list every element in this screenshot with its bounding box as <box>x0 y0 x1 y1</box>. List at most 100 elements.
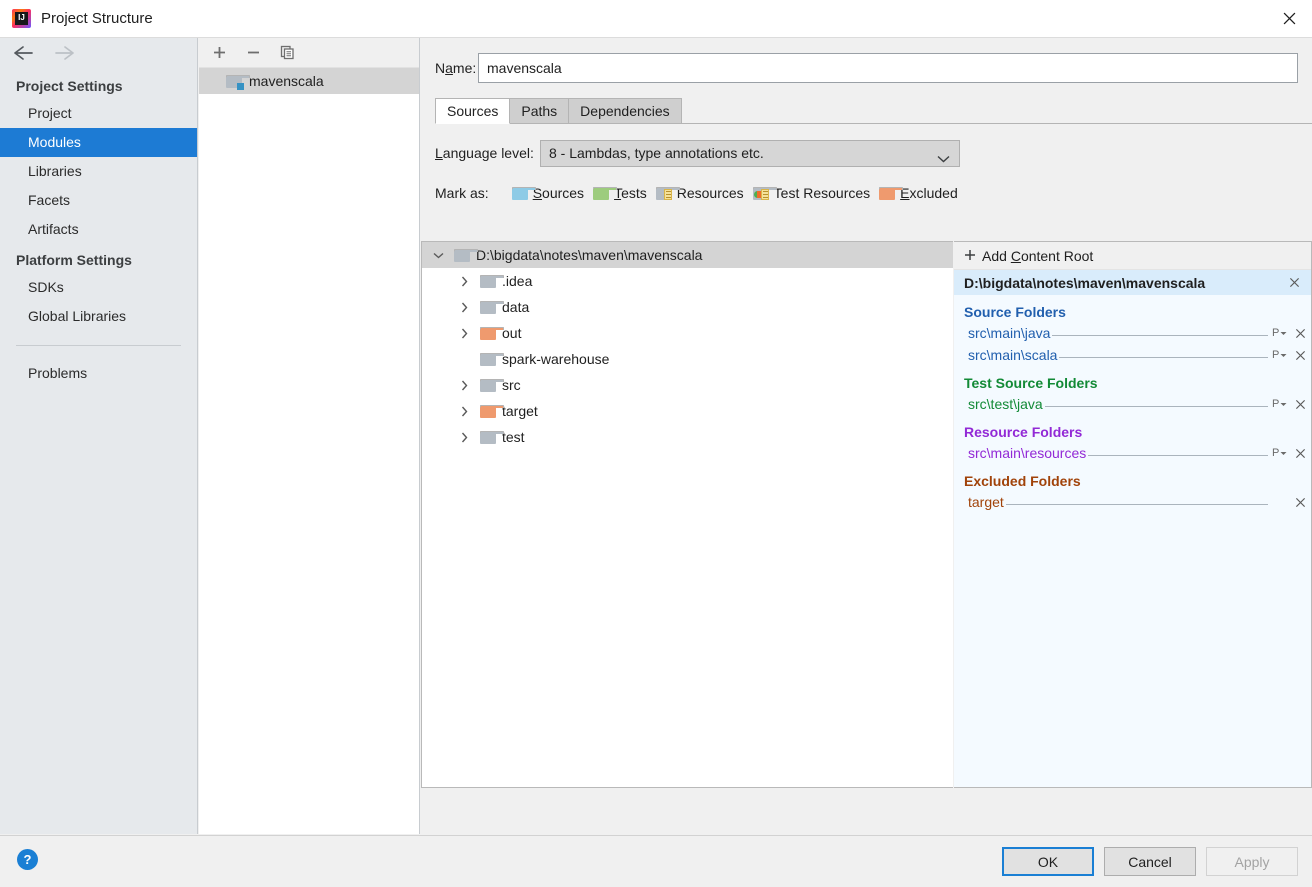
content-root-header: D:\bigdata\notes\maven\mavenscala <box>954 270 1311 295</box>
tree-row-label: spark-warehouse <box>502 351 610 367</box>
excluded-folder-icon <box>879 186 904 200</box>
source-folder-row[interactable]: src\main\java P <box>954 322 1311 344</box>
dialog-buttons: OK Cancel Apply <box>1002 847 1298 876</box>
sidebar-item-facets[interactable]: Facets <box>0 186 197 215</box>
tab-paths[interactable]: Paths <box>509 98 570 124</box>
tree-row-label: src <box>502 377 521 393</box>
resource-folder-path: src\main\resources <box>968 445 1087 461</box>
source-folder-path: src\main\java <box>968 325 1051 341</box>
sidebar-item-project[interactable]: Project <box>0 99 197 128</box>
tree-row-label: out <box>502 325 522 341</box>
close-icon[interactable] <box>1289 350 1311 361</box>
plus-icon <box>964 248 976 264</box>
module-editor-panel: Name: Sources Paths Dependencies Languag… <box>421 38 1312 834</box>
arrow-left-icon[interactable] <box>12 45 36 64</box>
tree-row[interactable]: src <box>422 372 953 398</box>
source-folder-row[interactable]: src\main\scala P <box>954 344 1311 366</box>
minus-icon[interactable] <box>243 43 263 63</box>
mark-as-tests-button[interactable]: Tests <box>593 185 647 201</box>
mark-as-row: Mark as: Sources Tests Resources Test Re… <box>435 181 1298 205</box>
folder-icon <box>480 352 504 366</box>
chevron-right-icon[interactable] <box>454 380 474 391</box>
close-icon[interactable] <box>1266 0 1312 37</box>
section-title-test-source-folders: Test Source Folders <box>964 375 1098 391</box>
module-folder-icon <box>226 74 250 90</box>
sidebar-item-libraries[interactable]: Libraries <box>0 157 197 186</box>
language-level-select[interactable]: 8 - Lambdas, type annotations etc. <box>540 139 960 167</box>
tree-row[interactable]: D:\bigdata\notes\maven\mavenscala <box>422 242 953 268</box>
mark-as-excluded-button[interactable]: Excluded <box>879 185 958 201</box>
excluded-folder-icon <box>480 326 504 340</box>
package-prefix-icon[interactable]: P <box>1272 327 1289 339</box>
tree-row[interactable]: .idea <box>422 268 953 294</box>
sidebar-item-global-libraries[interactable]: Global Libraries <box>0 302 197 331</box>
plus-icon[interactable] <box>209 43 229 63</box>
language-level-label: Language level: <box>435 145 534 161</box>
chevron-right-icon[interactable] <box>454 276 474 287</box>
chevron-down-icon[interactable] <box>428 252 448 259</box>
chevron-right-icon[interactable] <box>454 406 474 417</box>
mark-as-sources-button[interactable]: Sources <box>511 185 584 201</box>
sources-split-panel: D:\bigdata\notes\maven\mavenscala .idea <box>421 241 1312 788</box>
package-prefix-icon[interactable]: P <box>1272 447 1289 459</box>
content-root-tree[interactable]: D:\bigdata\notes\maven\mavenscala .idea <box>421 241 953 788</box>
add-content-root-button[interactable]: Add Content Root <box>954 242 1311 270</box>
tree-row[interactable]: out <box>422 320 953 346</box>
ok-button[interactable]: OK <box>1002 847 1094 876</box>
sidebar-item-modules[interactable]: Modules <box>0 128 197 157</box>
tab-dependencies[interactable]: Dependencies <box>568 98 682 124</box>
close-icon[interactable] <box>1289 497 1311 508</box>
excluded-folder-icon <box>480 404 504 418</box>
sources-folder-icon <box>511 186 536 200</box>
settings-sidebar: Project Settings Project Modules Librari… <box>0 38 198 834</box>
module-list-item-label: mavenscala <box>249 73 324 89</box>
window-titlebar: IJ Project Structure <box>0 0 1312 38</box>
tree-row[interactable]: test <box>422 424 953 450</box>
close-icon[interactable] <box>1289 448 1311 459</box>
modules-toolbar <box>199 38 419 68</box>
mark-as-test-resources-button[interactable]: Test Resources <box>752 185 870 201</box>
tab-sources[interactable]: Sources <box>435 98 511 124</box>
package-prefix-icon[interactable]: P <box>1272 398 1289 410</box>
sidebar-item-problems[interactable]: Problems <box>0 359 197 388</box>
project-structure-dialog: IJ Project Structure Project Settings Pr… <box>0 0 1312 887</box>
tree-row[interactable]: target <box>422 398 953 424</box>
section-title-source-folders: Source Folders <box>964 304 1066 320</box>
chevron-down-icon <box>937 150 950 166</box>
sidebar-item-artifacts[interactable]: Artifacts <box>0 215 197 244</box>
cancel-button[interactable]: Cancel <box>1104 847 1196 876</box>
folder-icon <box>480 274 504 288</box>
arrow-right-icon <box>52 45 76 64</box>
resources-folder-icon <box>655 186 680 200</box>
language-level-value: 8 - Lambdas, type annotations etc. <box>549 145 764 161</box>
close-icon[interactable] <box>1289 328 1311 339</box>
resource-folder-row[interactable]: src\main\resources P <box>954 442 1311 464</box>
module-list-item-mavenscala[interactable]: mavenscala <box>199 68 419 94</box>
tree-row-label: .idea <box>502 273 533 289</box>
module-name-input[interactable] <box>478 53 1298 83</box>
apply-button: Apply <box>1206 847 1298 876</box>
copy-icon[interactable] <box>277 43 297 63</box>
test-source-folder-row[interactable]: src\test\java P <box>954 393 1311 415</box>
tree-row-label: D:\bigdata\notes\maven\mavenscala <box>476 247 703 263</box>
chevron-right-icon[interactable] <box>454 432 474 443</box>
excluded-folder-row[interactable]: target <box>954 491 1311 513</box>
folder-icon <box>480 300 504 314</box>
package-prefix-icon[interactable]: P <box>1272 349 1289 361</box>
chevron-right-icon[interactable] <box>454 302 474 313</box>
mark-as-resources-button[interactable]: Resources <box>655 185 744 201</box>
module-tabs: Sources Paths Dependencies <box>435 98 1312 124</box>
tree-row[interactable]: data <box>422 294 953 320</box>
chevron-right-icon[interactable] <box>454 328 474 339</box>
close-icon[interactable] <box>1283 277 1305 288</box>
mark-as-label: Mark as: <box>435 185 489 201</box>
module-name-label: Name: <box>435 60 477 76</box>
help-icon[interactable]: ? <box>17 849 38 870</box>
tree-row-label: target <box>502 403 538 419</box>
close-icon[interactable] <box>1289 399 1311 410</box>
add-content-root-label: Add Content Root <box>982 247 1094 264</box>
sidebar-item-sdks[interactable]: SDKs <box>0 273 197 302</box>
tree-row-label: data <box>502 299 530 315</box>
folder-icon <box>454 248 478 262</box>
tree-row[interactable]: spark-warehouse <box>422 346 953 372</box>
